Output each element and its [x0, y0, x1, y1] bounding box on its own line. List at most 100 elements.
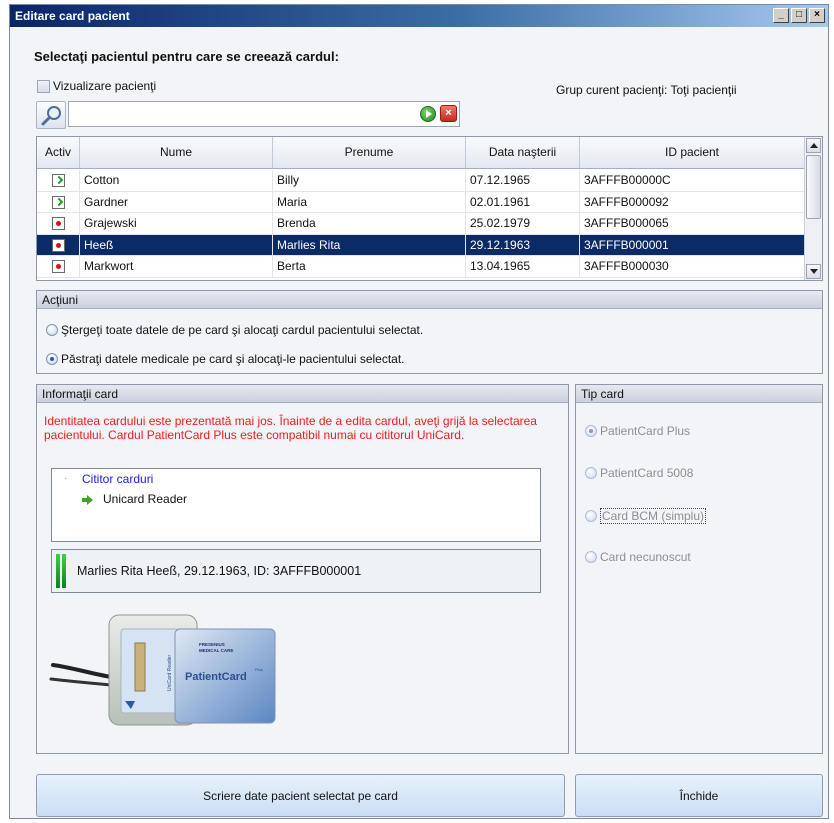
action-clear-label: Ştergeţi toate datele de pe card şi aloc… — [61, 323, 424, 337]
search-icon[interactable] — [36, 101, 66, 129]
cell-id: 3AFFFB000001 — [580, 234, 805, 255]
active-status-icon — [51, 195, 65, 209]
card-type-5008-label: PatientCard 5008 — [600, 466, 694, 480]
cell-data: 02.01.1961 — [466, 191, 580, 212]
cell-data: 25.02.1979 — [466, 213, 580, 234]
card-brand-bottom: MEDICAL CARE — [199, 648, 233, 653]
table-scrollbar[interactable] — [804, 137, 822, 280]
tree-node-dot: · — [64, 473, 68, 484]
maximize-button[interactable]: □ — [791, 8, 807, 23]
title-bar: Editare card pacient _ □ × — [10, 5, 828, 27]
table-body: Cotton Billy 07.12.1965 3AFFFB00000C Gar… — [37, 170, 805, 278]
card-info-title: Informaţii card — [37, 385, 568, 403]
card-type-bcm-label: Card BCM (simplu) — [600, 508, 707, 524]
select-patient-heading: Selectaţi pacientul pentru care se creea… — [34, 49, 339, 64]
cell-prenume: Maria — [273, 191, 466, 212]
card-name-text: PatientCard — [185, 671, 247, 683]
card-type-option-unknown[interactable]: Card necunoscut — [585, 550, 691, 564]
tree-item-unicard-reader[interactable]: Unicard Reader — [82, 492, 187, 506]
card-type-title: Tip card — [576, 385, 822, 403]
inactive-status-icon — [51, 260, 65, 274]
cell-id: 3AFFFB00000C — [580, 170, 805, 191]
card-reader-tree: · Cititor carduri Unicard Reader — [51, 468, 541, 542]
search-go-icon[interactable] — [420, 106, 436, 122]
card-type-option-plus[interactable]: PatientCard Plus — [585, 424, 690, 438]
cell-id: 3AFFFB000030 — [580, 256, 805, 277]
close-window-button[interactable]: × — [809, 8, 825, 23]
cell-data: 07.12.1965 — [466, 170, 580, 191]
tree-root-card-readers[interactable]: Cititor carduri — [82, 472, 153, 486]
column-header-nume[interactable]: Nume — [80, 137, 273, 168]
card-identity-box: Marlies Rita Heeß, 29.12.1963, ID: 3AFFF… — [51, 549, 541, 593]
cell-prenume: Billy — [273, 170, 466, 191]
reader-label-text: UniCard Reader — [167, 655, 173, 691]
table-row[interactable]: Grajewski Brenda 25.02.1979 3AFFFB000065 — [37, 213, 805, 235]
cell-nume: Markwort — [80, 256, 273, 277]
card-plus-text: Plus — [255, 667, 263, 672]
cell-nume: Cotton — [80, 170, 273, 191]
actions-title: Acţiuni — [37, 291, 822, 309]
write-card-button[interactable]: Scriere date pacient selectat pe card — [36, 774, 565, 817]
action-keep-radio[interactable] — [46, 353, 58, 365]
patient-table: Activ Nume Prenume Data naşterii ID paci… — [36, 136, 823, 281]
arrow-right-icon — [82, 494, 93, 505]
cell-nume: Heeß — [80, 234, 273, 255]
cell-nume: Gardner — [80, 191, 273, 212]
card-type-unknown-radio[interactable] — [585, 551, 597, 563]
column-header-activ[interactable]: Activ — [37, 137, 80, 168]
window-title: Editare card pacient — [15, 9, 130, 23]
column-header-prenume[interactable]: Prenume — [273, 137, 466, 168]
card-info-panel: Informaţii card Identitatea cardului est… — [36, 384, 569, 754]
card-type-5008-radio[interactable] — [585, 467, 597, 479]
table-row[interactable]: Gardner Maria 02.01.1961 3AFFFB000092 — [37, 191, 805, 213]
cell-data: 29.12.1963 — [466, 234, 580, 255]
window-controls: _ □ × — [773, 8, 825, 23]
card-type-bcm-radio[interactable] — [585, 510, 597, 522]
inactive-status-icon — [51, 217, 65, 231]
table-row-selected[interactable]: Heeß Marlies Rita 29.12.1963 3AFFFB00000… — [37, 234, 805, 256]
cell-id: 3AFFFB000065 — [580, 213, 805, 234]
action-option-clear[interactable]: Ştergeţi toate datele de pe card şi aloc… — [46, 323, 423, 337]
close-button[interactable]: Închide — [575, 774, 823, 817]
action-option-keep[interactable]: Păstraţi datele medicale pe card şi aloc… — [46, 352, 405, 366]
search-clear-icon[interactable]: × — [440, 105, 457, 122]
tree-item-label: Unicard Reader — [103, 492, 188, 506]
card-type-option-bcm[interactable]: Card BCM (simplu) — [585, 508, 707, 524]
cell-id: 3AFFFB000092 — [580, 191, 805, 212]
column-header-id[interactable]: ID pacient — [580, 137, 805, 168]
card-brand-top: FRESENIUS — [199, 642, 225, 647]
cell-prenume: Marlies Rita — [273, 234, 466, 255]
card-type-plus-label: PatientCard Plus — [600, 424, 691, 438]
table-header: Activ Nume Prenume Data naşterii ID paci… — [37, 137, 805, 169]
table-row[interactable]: Cotton Billy 07.12.1965 3AFFFB00000C — [37, 170, 805, 192]
minimize-button[interactable]: _ — [773, 8, 789, 23]
card-level-bars-icon — [56, 554, 67, 588]
card-reader-image: FRESENIUS MEDICAL CARE PatientCard Plus … — [49, 614, 276, 726]
inactive-status-icon — [51, 238, 65, 252]
edit-card-window: Editare card pacient _ □ × Selectaţi pac… — [9, 4, 829, 819]
card-type-panel: Tip card PatientCard Plus PatientCard 50… — [575, 384, 823, 754]
view-patients-label: Vizualizare pacienţi — [53, 79, 157, 93]
actions-panel: Acţiuni Ştergeţi toate datele de pe card… — [36, 290, 823, 374]
scroll-up-button[interactable] — [806, 138, 821, 153]
card-identity-text: Marlies Rita Heeß, 29.12.1963, ID: 3AFFF… — [77, 564, 362, 578]
cell-nume: Grajewski — [80, 213, 273, 234]
table-row[interactable]: Markwort Berta 13.04.1965 3AFFFB000030 — [37, 256, 805, 278]
current-group-label: Grup curent pacienţi: Toţi pacienţii — [556, 83, 737, 97]
cell-prenume: Berta — [273, 256, 466, 277]
view-patients-toggle[interactable]: Vizualizare pacienţi — [37, 79, 156, 93]
action-clear-radio[interactable] — [46, 324, 58, 336]
search-input[interactable] — [68, 101, 460, 127]
card-type-option-5008[interactable]: PatientCard 5008 — [585, 466, 693, 480]
active-status-icon — [51, 174, 65, 188]
card-warning-text: Identitatea cardului este prezentată mai… — [44, 414, 537, 442]
card-type-plus-radio[interactable] — [585, 425, 597, 437]
cell-data: 13.04.1965 — [466, 256, 580, 277]
scroll-down-button[interactable] — [806, 264, 821, 279]
cell-prenume: Brenda — [273, 213, 466, 234]
scroll-thumb[interactable] — [806, 155, 821, 219]
view-patients-checkbox[interactable] — [37, 79, 50, 93]
card-type-unknown-label: Card necunoscut — [600, 550, 691, 564]
column-header-data[interactable]: Data naşterii — [466, 137, 580, 168]
action-keep-label: Păstraţi datele medicale pe card şi aloc… — [61, 352, 405, 366]
